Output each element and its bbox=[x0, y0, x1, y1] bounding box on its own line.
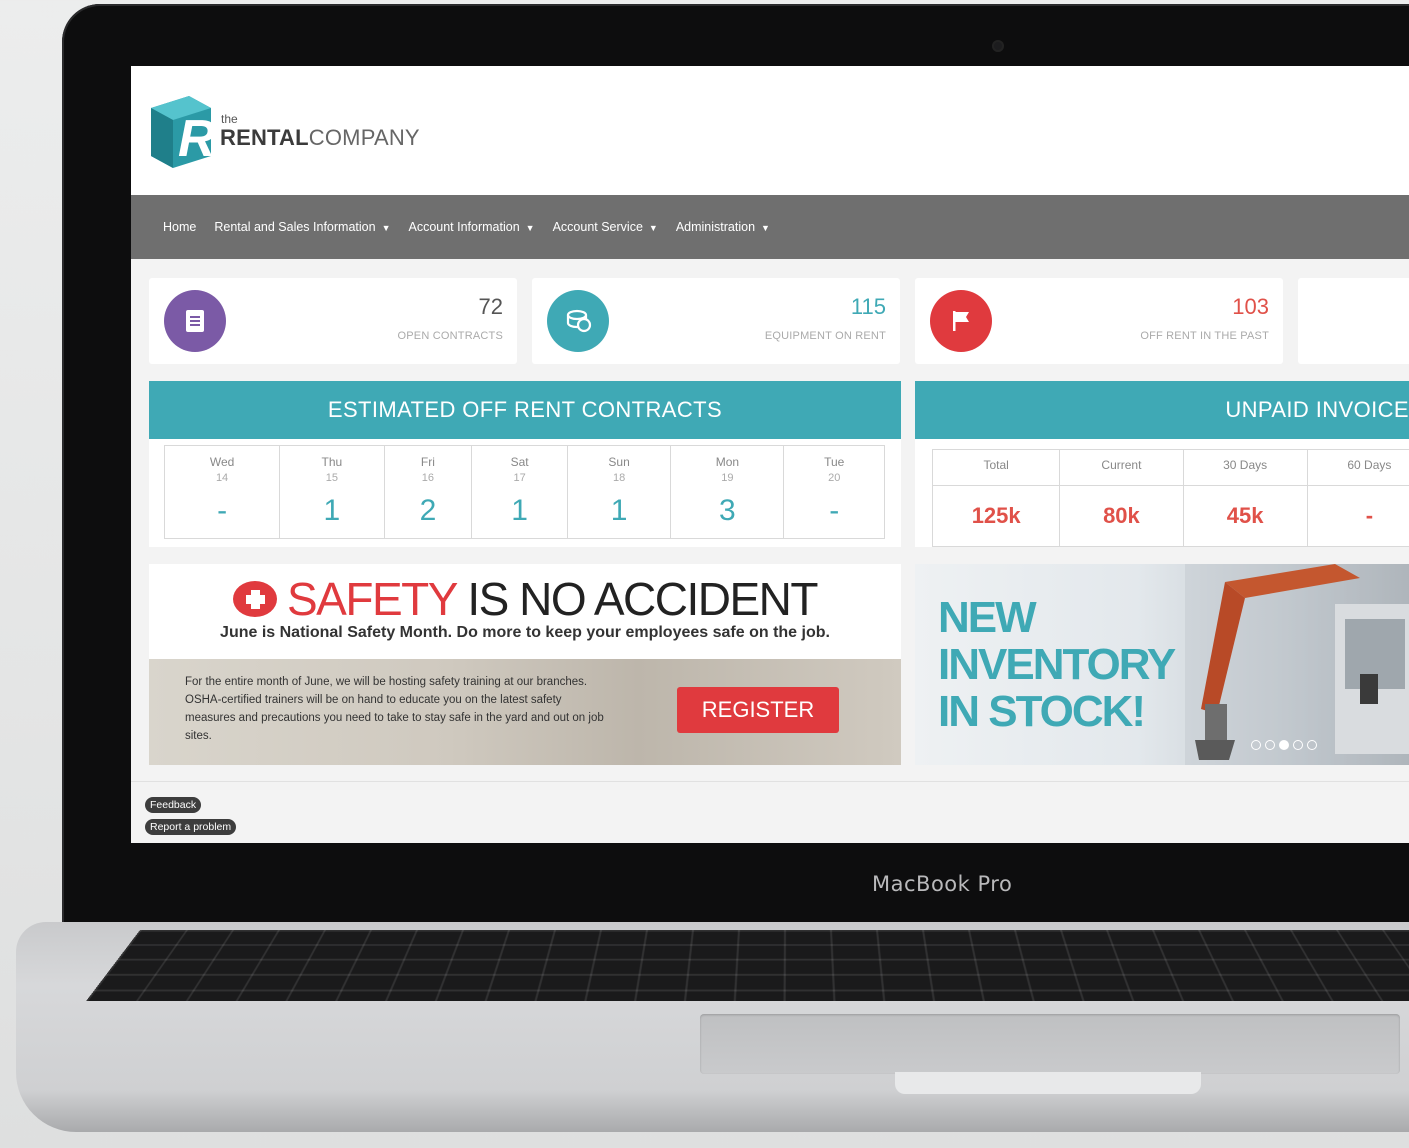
off-rent-title: ESTIMATED OFF RENT CONTRACTS bbox=[149, 381, 901, 439]
caret-down-icon: ▼ bbox=[648, 223, 658, 233]
day-cell[interactable]: Mon 19 3 bbox=[670, 445, 785, 539]
day-cell[interactable]: Tue 20- bbox=[783, 445, 885, 539]
stat-card-equipment-on-rent[interactable]: 115 EQUIPMENT ON RENT bbox=[532, 278, 900, 364]
nav-account-information[interactable]: Account Information ▼ bbox=[408, 220, 534, 234]
stat-card-partial[interactable] bbox=[1298, 278, 1409, 364]
off-rent-panel: ESTIMATED OFF RENT CONTRACTS Wed 14- Thu 1… bbox=[149, 381, 901, 547]
invoice-value[interactable]: 125k bbox=[931, 485, 1061, 547]
day-cell[interactable]: Sat 17 1 bbox=[471, 445, 568, 539]
logo-the: the bbox=[221, 112, 238, 126]
invoice-column-header: 30 Days bbox=[1182, 449, 1308, 486]
invoice-column-header: Total bbox=[931, 449, 1061, 486]
svg-text:R: R bbox=[178, 110, 215, 168]
rental-company-logo-icon[interactable]: R bbox=[145, 94, 215, 170]
stat-value: 103 bbox=[1232, 294, 1269, 319]
unpaid-invoice-panel: UNPAID INVOICE Total Current 30 Days 60 … bbox=[915, 381, 1409, 547]
stat-value: 72 bbox=[478, 294, 503, 319]
safety-subtitle: June is National Safety Month. Do more t… bbox=[220, 624, 830, 641]
day-cell[interactable]: Fri 16 2 bbox=[383, 445, 473, 539]
app-screen: R the RENTALCOMPANY Home Rental and Sale… bbox=[131, 66, 1409, 843]
nav-home[interactable]: Home bbox=[163, 220, 196, 234]
stat-value: 115 bbox=[850, 294, 886, 319]
unpaid-invoice-table: Total Current 30 Days 60 Days 125k 80k 4… bbox=[931, 449, 1409, 547]
device-label: MacBook Pro bbox=[872, 872, 1013, 896]
inventory-banner[interactable]: NEW INVENTORY IN STOCK! bbox=[915, 564, 1409, 765]
document-icon bbox=[164, 290, 226, 352]
stat-card-open-contracts[interactable]: 72 OPEN CONTRACTS bbox=[149, 278, 517, 364]
nav-account-service[interactable]: Account Service ▼ bbox=[553, 220, 658, 234]
caret-down-icon: ▼ bbox=[381, 223, 391, 233]
unpaid-invoice-title: UNPAID INVOICE bbox=[915, 381, 1409, 439]
trackpad bbox=[700, 1014, 1400, 1074]
carousel-dots bbox=[1251, 740, 1317, 750]
app-header: R the RENTALCOMPANY bbox=[131, 66, 1409, 195]
excavator-icon bbox=[1185, 564, 1409, 765]
safety-body: For the entire month of June, we will be… bbox=[185, 676, 604, 742]
main-nav: Home Rental and Sales Information ▼ Accou… bbox=[131, 195, 1409, 259]
invoice-value[interactable]: - bbox=[1306, 485, 1409, 547]
safety-photo: For the entire month of June, we will be… bbox=[149, 659, 901, 765]
nav-rental-sales[interactable]: Rental and Sales Information ▼ bbox=[214, 220, 390, 234]
feedback-button[interactable]: Feedback bbox=[145, 797, 202, 813]
day-cell[interactable]: Sun 18 1 bbox=[566, 445, 672, 539]
logo-wordmark: RENTALCOMPANY bbox=[220, 125, 420, 150]
safety-banner: SAFETY IS NO ACCIDENT June is National S… bbox=[149, 564, 901, 765]
flag-icon bbox=[930, 290, 992, 352]
stat-card-off-rent[interactable]: 103 OFF RENT IN THE PAST bbox=[915, 278, 1283, 364]
carousel-dot[interactable] bbox=[1251, 740, 1261, 750]
day-cell[interactable]: Wed 14- bbox=[163, 445, 281, 539]
inventory-title: NEW INVENTORY IN STOCK! bbox=[938, 593, 1176, 736]
register-button[interactable]: REGISTER bbox=[677, 687, 839, 733]
lid-notch bbox=[895, 1072, 1201, 1094]
report-problem-button[interactable]: Report a problem bbox=[145, 819, 237, 835]
carousel-dot[interactable] bbox=[1265, 740, 1275, 750]
coins-icon bbox=[547, 290, 609, 352]
invoice-value[interactable]: 45k bbox=[1182, 485, 1308, 547]
medical-plus-icon bbox=[233, 580, 277, 617]
carousel-dot[interactable] bbox=[1293, 740, 1303, 750]
stat-label: EQUIPMENT ON RENT bbox=[764, 330, 886, 342]
footer-bar: Feedback Report a problem bbox=[131, 781, 1409, 843]
invoice-column-header: Current bbox=[1059, 449, 1184, 486]
nav-administration[interactable]: Administration ▼ bbox=[676, 220, 770, 234]
stat-label: OPEN CONTRACTS bbox=[397, 330, 503, 342]
caret-down-icon: ▼ bbox=[525, 223, 535, 233]
off-rent-table: Wed 14- Thu 15 1 Fri 16 2 Sat 17 1 Sun 18 1 Mon 19… bbox=[163, 445, 885, 539]
caret-down-icon: ▼ bbox=[761, 223, 770, 233]
carousel-dot[interactable] bbox=[1307, 740, 1317, 750]
day-cell[interactable]: Thu 15 1 bbox=[279, 445, 385, 539]
carousel-dot-active[interactable] bbox=[1279, 740, 1289, 750]
keyboard bbox=[86, 930, 1409, 1001]
camera-icon bbox=[992, 40, 1004, 52]
invoice-value[interactable]: 80k bbox=[1059, 485, 1184, 547]
safety-title: SAFETY IS NO ACCIDENT bbox=[149, 572, 901, 626]
stat-label: OFF RENT IN THE PAST bbox=[1140, 330, 1269, 342]
invoice-column-header: 60 Days bbox=[1306, 449, 1409, 486]
